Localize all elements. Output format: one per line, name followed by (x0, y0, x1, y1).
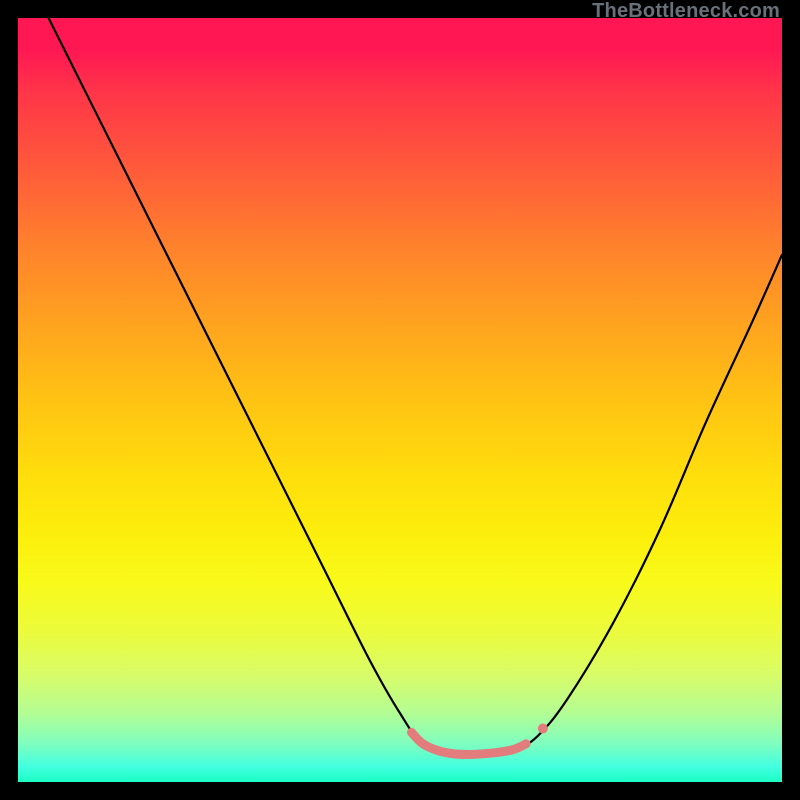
trough-highlight (411, 732, 526, 754)
watermark-text: TheBottleneck.com (592, 0, 780, 23)
chart-container: TheBottleneck.com (0, 0, 800, 800)
right-dot-marker (538, 724, 548, 734)
bottleneck-curve (49, 18, 782, 755)
bottleneck-curve-svg (18, 18, 782, 782)
